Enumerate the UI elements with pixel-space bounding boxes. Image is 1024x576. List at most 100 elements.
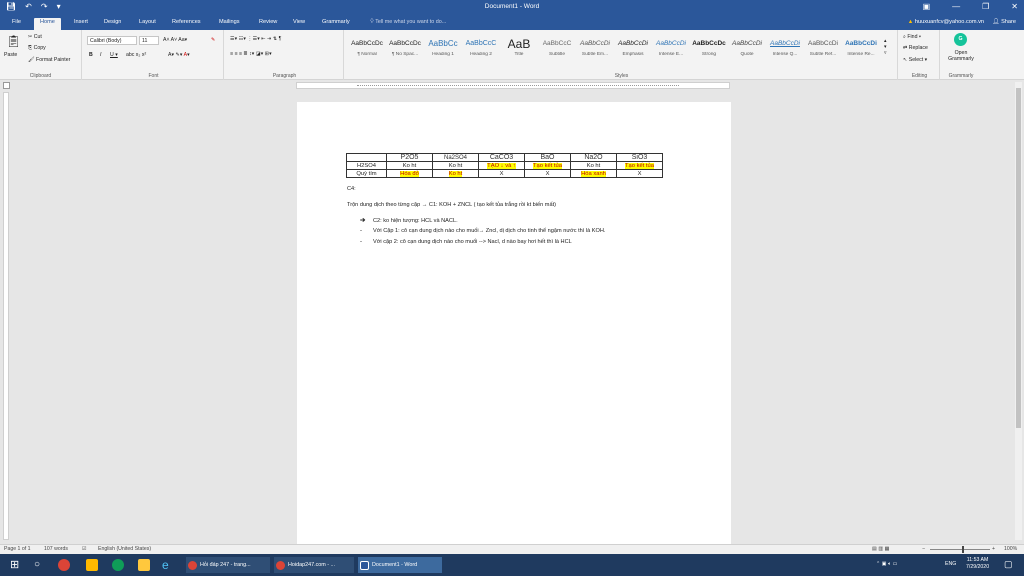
- open-grammarly-button[interactable]: Open Grammarly: [942, 50, 980, 62]
- italic-icon[interactable]: I: [100, 52, 101, 58]
- paragraph-line-1[interactable]: Trộn dung dịch theo từng cặp → C1: KOH +…: [347, 202, 556, 208]
- style-heading-1[interactable]: AaBbCc Heading 1: [424, 36, 462, 64]
- chrome-icon[interactable]: [58, 559, 70, 571]
- search-icon[interactable]: ○: [34, 559, 46, 571]
- edge-icon[interactable]: e: [162, 559, 174, 571]
- restore-icon[interactable]: ❐: [982, 2, 989, 11]
- table-cell[interactable]: [346, 153, 387, 162]
- align-icons[interactable]: ≡ ≡ ≡ ≣ ↕▾ ◪▾ ⊞▾: [230, 51, 272, 57]
- tab-references[interactable]: References: [166, 18, 207, 30]
- tab-insert[interactable]: Insert: [68, 18, 94, 30]
- style-quote[interactable]: AaBbCcDi Quote: [728, 36, 766, 64]
- share-button[interactable]: 👤︎ Share: [992, 19, 1016, 25]
- style-heading-2[interactable]: AaBbCcC Heading 2: [462, 36, 500, 64]
- close-icon[interactable]: ✕: [1011, 2, 1018, 11]
- view-mode-icons[interactable]: ▤ ▥ ▦: [872, 546, 890, 552]
- document-table[interactable]: P2O5 Na2SO4 CaCO3 BaO Na2O SiO3 H2SO4 Ko…: [346, 153, 663, 178]
- zoom-slider-thumb[interactable]: [962, 546, 964, 553]
- tell-me-box[interactable]: 💡︎ Tell me what you want to do...: [370, 19, 446, 26]
- vertical-scrollbar[interactable]: [1015, 82, 1022, 540]
- zoom-slider[interactable]: [930, 549, 990, 550]
- style-no-spacing[interactable]: AaBbCcDc ¶ No Spac...: [386, 36, 424, 64]
- file-explorer-icon[interactable]: [138, 559, 150, 571]
- scrollbar-thumb[interactable]: [1016, 88, 1021, 428]
- table-cell[interactable]: P2O5: [386, 153, 433, 162]
- styles-scroll-icon[interactable]: ▴ ▾ ▿: [884, 38, 887, 56]
- paragraph-line-4[interactable]: Với cặp 2: cô cạn dung dịch nào cho muối…: [373, 239, 572, 245]
- horizontal-ruler[interactable]: [296, 82, 730, 89]
- notifications-icon[interactable]: ▢: [1004, 559, 1013, 570]
- table-cell[interactable]: Ko ht: [432, 161, 479, 170]
- tab-mailings[interactable]: Mailings: [213, 18, 246, 30]
- word-count[interactable]: 107 words: [44, 546, 68, 552]
- table-cell[interactable]: X: [616, 169, 663, 178]
- taskbar-item-word[interactable]: Document1 - Word: [358, 557, 442, 573]
- replace-button[interactable]: ⇄ Replace: [903, 45, 928, 51]
- paragraph-line-3[interactable]: Với Cặp 1: cô cạn dung dịch nào cho muối…: [373, 228, 605, 234]
- start-icon[interactable]: ⊞: [10, 559, 22, 571]
- style-emphasis[interactable]: AaBbCcDi Emphasis: [614, 36, 652, 64]
- underline-icon[interactable]: U ▾: [110, 52, 118, 58]
- bold-icon[interactable]: B: [89, 52, 93, 58]
- table-cell[interactable]: H2SO4: [346, 161, 387, 170]
- grammarly-logo-icon[interactable]: G: [954, 33, 967, 46]
- table-cell[interactable]: Na2O: [570, 153, 617, 162]
- tab-review[interactable]: Review: [253, 18, 283, 30]
- table-cell[interactable]: Hóa đỏ: [386, 169, 433, 178]
- paste-button[interactable]: Paste: [4, 52, 17, 58]
- table-cell[interactable]: CaCO3: [478, 153, 525, 162]
- tab-file[interactable]: File: [6, 18, 27, 30]
- table-cell[interactable]: Ko ht: [386, 161, 433, 170]
- paragraph-c4[interactable]: C4:: [347, 186, 356, 192]
- copy-button[interactable]: ⎘ Copy: [28, 45, 46, 52]
- clear-format-icon[interactable]: ✎: [211, 37, 215, 43]
- vertical-ruler[interactable]: [3, 92, 9, 540]
- zoom-out-icon[interactable]: −: [922, 546, 925, 552]
- paste-icon[interactable]: 📋︎: [6, 34, 21, 48]
- ruler-toggle[interactable]: [3, 82, 10, 89]
- table-cell[interactable]: X: [524, 169, 571, 178]
- style-intense-quote[interactable]: AaBbCcDi Intense Q...: [766, 36, 804, 64]
- tab-view[interactable]: View: [287, 18, 311, 30]
- input-language[interactable]: ENG: [945, 561, 956, 567]
- tab-grammarly[interactable]: Grammarly: [316, 18, 356, 30]
- style-title[interactable]: AaB Title: [500, 36, 538, 64]
- clock[interactable]: 11:53 AM 7/29/2020: [966, 557, 989, 571]
- find-button[interactable]: ⌕ Find ▾: [903, 34, 921, 41]
- taskbar-item-hoidap247[interactable]: Hoidap247.com - ...: [274, 557, 354, 573]
- font-size-combo[interactable]: 11: [139, 36, 159, 45]
- select-button[interactable]: ↖ Select ▾: [903, 57, 927, 63]
- style-intense-emphasis[interactable]: AaBbCcDi Intense E...: [652, 36, 690, 64]
- tray-icons[interactable]: ⌃ ▣ 🔈︎ ▭: [876, 561, 898, 568]
- language-indicator[interactable]: English (United States): [98, 546, 151, 552]
- paragraph-line-2[interactable]: C2: ko hiện tượng: HCL và NACL.: [373, 218, 458, 224]
- tab-design[interactable]: Design: [98, 18, 127, 30]
- zoom-level[interactable]: 100%: [1004, 546, 1017, 552]
- table-cell[interactable]: X: [478, 169, 525, 178]
- strikethrough-icon[interactable]: abc x₂ x²: [126, 52, 146, 58]
- style-subtle-emphasis[interactable]: AaBbCcDi Subtle Em...: [576, 36, 614, 64]
- table-cell[interactable]: Tạo kết tủa: [524, 161, 571, 170]
- style-strong[interactable]: AaBbCcDc Strong: [690, 36, 728, 64]
- grow-font-icon[interactable]: A˄ A˅ Aa▾: [163, 37, 187, 43]
- browser-icon[interactable]: [112, 559, 124, 571]
- table-cell[interactable]: BaO: [524, 153, 571, 162]
- table-cell[interactable]: SiO3: [616, 153, 663, 162]
- cut-button[interactable]: ✂ Cut: [28, 34, 42, 40]
- font-name-combo[interactable]: Calibri (Body): [87, 36, 137, 45]
- taskbar-item-hoidap[interactable]: Hỏi đáp 247 - trang...: [186, 557, 270, 573]
- tab-home[interactable]: Home: [34, 18, 61, 30]
- style-intense-reference[interactable]: AaBbCcDi Intense Re...: [842, 36, 880, 64]
- text-effects-icon[interactable]: A▾ ✎▾ A▾: [168, 52, 190, 58]
- ribbon-display-icon[interactable]: ▣: [923, 2, 931, 11]
- tab-layout[interactable]: Layout: [133, 18, 162, 30]
- table-cell[interactable]: Quỳ tím: [346, 169, 387, 178]
- document-page[interactable]: P2O5 Na2SO4 CaCO3 BaO Na2O SiO3 H2SO4 Ko…: [297, 102, 731, 544]
- account-label[interactable]: ▲ huuxuanfcv@yahoo.com.vn: [908, 19, 984, 25]
- proofing-icon[interactable]: ☑: [82, 546, 87, 552]
- table-cell[interactable]: Hóa xanh: [570, 169, 617, 178]
- table-cell[interactable]: Ko ht: [570, 161, 617, 170]
- format-painter-button[interactable]: 🖌︎ Format Painter: [28, 57, 70, 63]
- bullets-icon[interactable]: ☰▾ ☷▾ ⋮☰▾ ⇤ ⇥ ⇅ ¶: [230, 36, 281, 42]
- style-normal[interactable]: AaBbCcDc ¶ Normal: [348, 36, 386, 64]
